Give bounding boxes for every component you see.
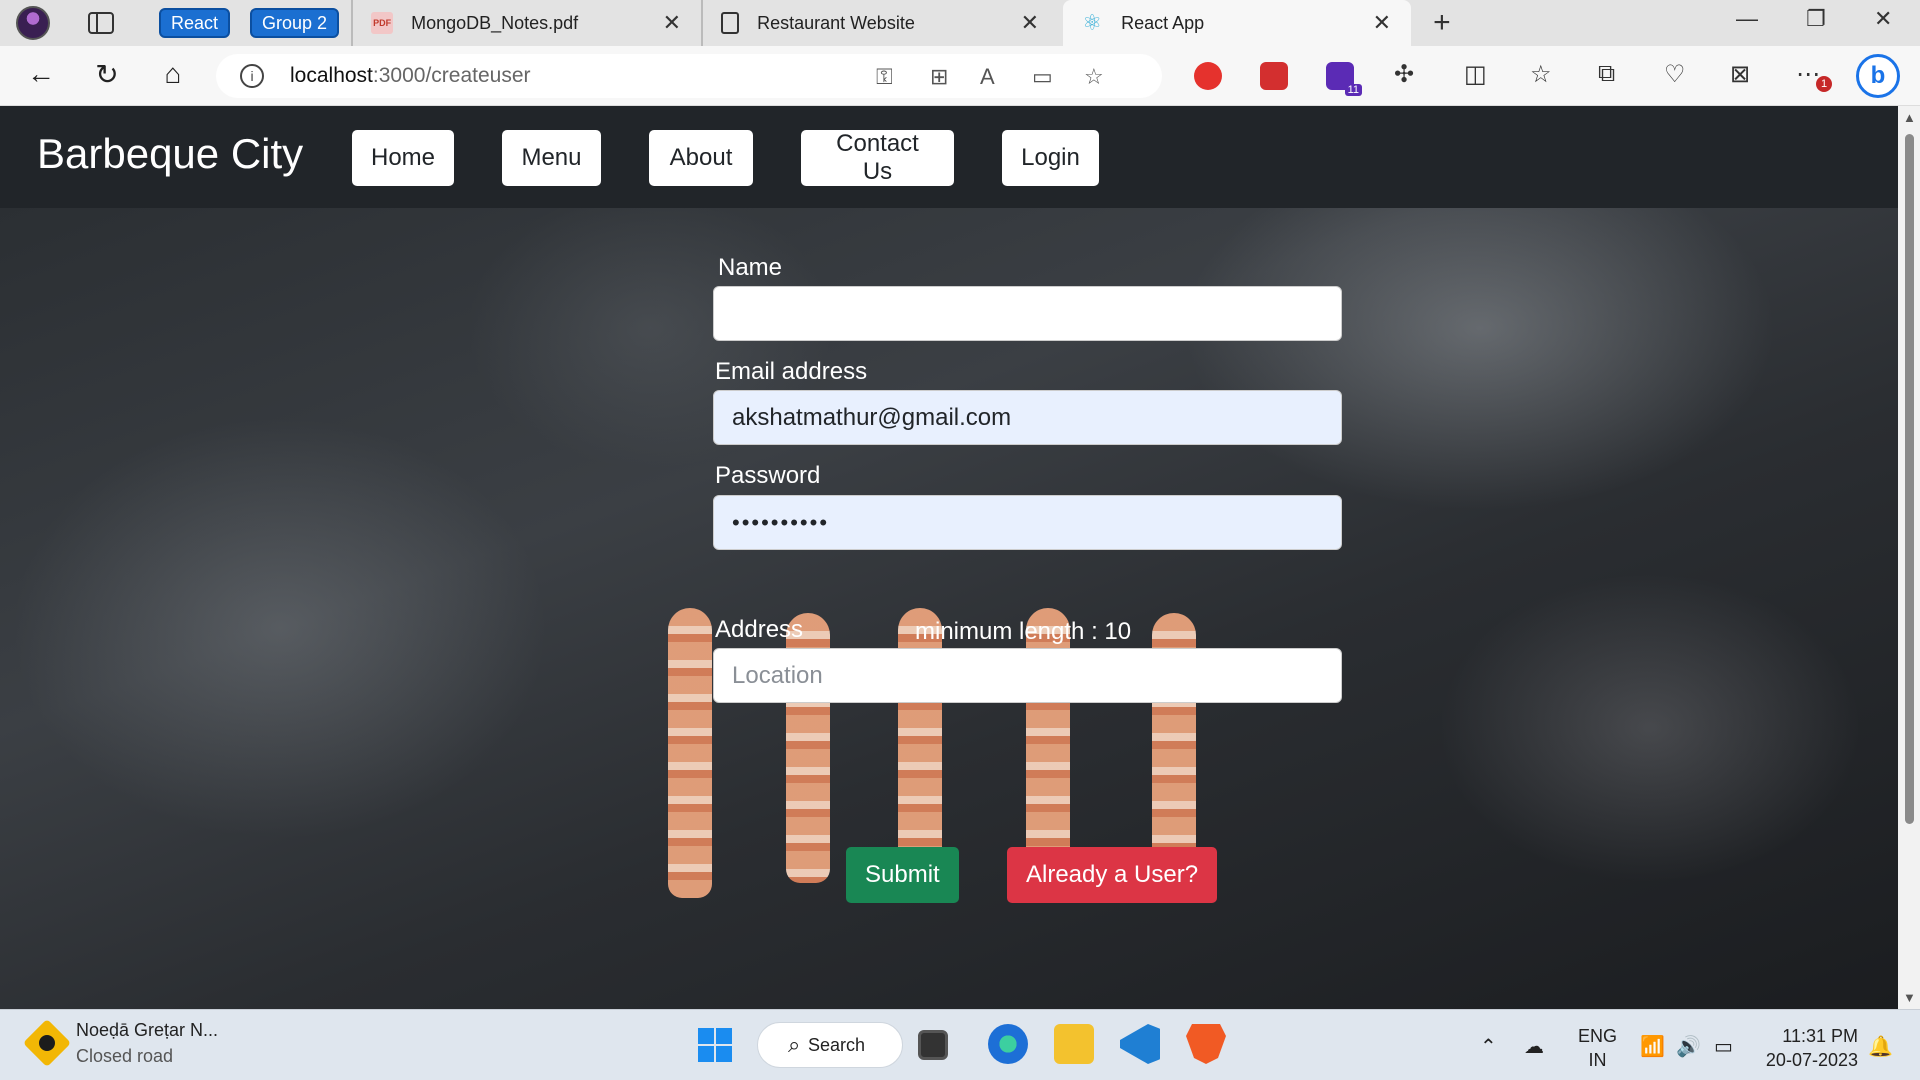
restore-icon[interactable]: ❐ — [1806, 6, 1826, 32]
bing-chat-icon[interactable]: b — [1856, 54, 1900, 98]
close-icon[interactable]: ✕ — [1373, 10, 1391, 36]
password-hint: minimum length : 10 — [915, 618, 1132, 645]
refresh-icon[interactable]: ↻ — [90, 58, 124, 91]
browser-toolbar: ← ↻ ⌂ i localhost:3000/createuser ⚿ ⊞ A … — [0, 46, 1920, 106]
scroll-up-icon[interactable]: ▲ — [1903, 110, 1916, 125]
windows-taskbar: Noeḍā Greṭar N... Closed road ⌕ Search ⌃… — [0, 1009, 1920, 1080]
name-label: Name — [718, 254, 783, 281]
search-label: Search — [808, 1035, 866, 1055]
tab-group-2[interactable]: Group 2 — [250, 8, 340, 38]
email-input[interactable]: akshatmathur@gmail.com — [713, 390, 1342, 445]
tab-title: Restaurant Website — [757, 12, 915, 33]
edge-icon[interactable] — [988, 1024, 1028, 1064]
site-info-icon[interactable]: i — [240, 64, 264, 88]
task-view-icon[interactable] — [918, 1030, 948, 1060]
health-icon[interactable]: ♡ — [1664, 60, 1686, 89]
read-aloud-icon[interactable]: A — [980, 64, 995, 90]
news-widget-subtitle: Closed road — [76, 1046, 174, 1066]
start-icon[interactable] — [698, 1028, 732, 1062]
address-input[interactable]: Location — [713, 648, 1342, 703]
system-clock[interactable]: 11:31 PM 20-07-2023 — [1762, 1024, 1858, 1072]
nav-contact-button[interactable]: Contact Us — [801, 130, 954, 186]
show-hidden-icons[interactable]: ⌃ — [1480, 1034, 1497, 1059]
close-icon[interactable]: ✕ — [663, 10, 681, 36]
react-icon: ⚛ — [1082, 10, 1102, 35]
submit-button[interactable]: Submit — [846, 847, 959, 903]
notification-badge: 1 — [1816, 76, 1832, 92]
apps-icon[interactable]: ⊞ — [930, 64, 948, 90]
page-viewport: Barbeque City Home Menu About Contact Us… — [0, 106, 1898, 1009]
collections-icon[interactable]: ⧉ — [1598, 60, 1615, 88]
news-widget-title[interactable]: Noeḍā Greṭar N... — [76, 1020, 218, 1041]
page-icon — [721, 12, 740, 34]
nav-about-button[interactable]: About — [649, 130, 753, 186]
favorites-icon[interactable]: ☆ — [1530, 60, 1552, 89]
search-icon: ⌕ — [788, 1032, 801, 1057]
tab-actions-icon[interactable] — [88, 12, 114, 34]
wifi-icon[interactable]: 📶 — [1640, 1034, 1665, 1059]
password-input[interactable]: •••••••••• — [713, 495, 1342, 550]
battery-icon[interactable]: ▭ — [1714, 1034, 1733, 1059]
tab-group-react[interactable]: React — [159, 8, 231, 38]
window-close-icon[interactable]: ✕ — [1874, 6, 1892, 32]
wallet-icon[interactable]: ▭ — [1032, 64, 1053, 90]
minimize-icon[interactable]: — — [1736, 6, 1758, 32]
create-user-form: Name Email address akshatmathur@gmail.co… — [0, 208, 1898, 1009]
favorite-star-icon[interactable]: ☆ — [1084, 64, 1104, 90]
address-bar[interactable]: i localhost:3000/createuser ⚿ ⊞ A ▭ ☆ — [216, 54, 1162, 98]
tab-restaurant-website[interactable]: Restaurant Website ✕ — [701, 0, 1059, 46]
browser-tab-strip: React Group 2 PDF MongoDB_Notes.pdf ✕ Re… — [0, 0, 1920, 46]
nav-menu-button[interactable]: Menu — [502, 130, 601, 186]
nav-login-button[interactable]: Login — [1002, 130, 1099, 186]
name-input[interactable] — [713, 286, 1342, 341]
brand-title[interactable]: Barbeque City — [37, 130, 303, 178]
tab-title: React App — [1121, 12, 1205, 33]
traffic-alert-icon[interactable] — [22, 1018, 72, 1068]
volume-icon[interactable]: 🔊 — [1676, 1034, 1701, 1059]
split-screen-icon[interactable]: ◫ — [1464, 60, 1487, 89]
brave-icon[interactable] — [1186, 1024, 1226, 1064]
extensions-puzzle-icon[interactable]: ✣ — [1394, 60, 1414, 89]
scroll-thumb[interactable] — [1905, 134, 1914, 824]
close-icon[interactable]: ✕ — [1021, 10, 1039, 36]
email-label: Email address — [715, 358, 868, 385]
new-tab-icon[interactable]: + — [1433, 6, 1451, 40]
pdf-icon: PDF — [371, 12, 394, 34]
tab-mongodb-notes[interactable]: PDF MongoDB_Notes.pdf ✕ — [351, 0, 701, 46]
hero-background: Name Email address akshatmathur@gmail.co… — [0, 208, 1898, 1009]
nav-home-button[interactable]: Home — [352, 130, 454, 186]
address-label: Address — [715, 616, 804, 643]
file-explorer-icon[interactable] — [1054, 1024, 1094, 1064]
url-text: localhost:3000/createuser — [290, 64, 531, 87]
vscode-icon[interactable] — [1120, 1024, 1160, 1064]
profile-avatar[interactable] — [16, 6, 50, 40]
back-icon[interactable]: ← — [24, 58, 58, 90]
password-label: Password — [715, 462, 821, 489]
extension-purple-icon[interactable]: 11 — [1326, 62, 1362, 96]
notification-bell-icon[interactable]: 🔔 — [1868, 1034, 1893, 1059]
page-scrollbar[interactable]: ▲ ▼ — [1898, 106, 1920, 1009]
home-icon[interactable]: ⌂ — [156, 58, 190, 90]
tab-title: MongoDB_Notes.pdf — [411, 12, 579, 33]
onedrive-icon[interactable]: ☁ — [1524, 1034, 1544, 1059]
site-navbar: Barbeque City Home Menu About Contact Us… — [0, 106, 1898, 208]
extension-badge: 11 — [1344, 84, 1362, 96]
tab-react-app[interactable]: ⚛ React App ✕ — [1063, 0, 1412, 46]
scroll-down-icon[interactable]: ▼ — [1903, 990, 1916, 1005]
extension-ublock-icon[interactable] — [1260, 62, 1288, 90]
language-indicator[interactable]: ENG IN — [1578, 1024, 1617, 1072]
math-solver-icon[interactable]: ⊠ — [1730, 60, 1750, 89]
already-user-button[interactable]: Already a User? — [1007, 847, 1218, 903]
taskbar-search[interactable]: ⌕ Search — [757, 1022, 903, 1068]
extension-red-icon[interactable] — [1194, 62, 1222, 90]
key-icon[interactable]: ⚿ — [876, 64, 893, 90]
